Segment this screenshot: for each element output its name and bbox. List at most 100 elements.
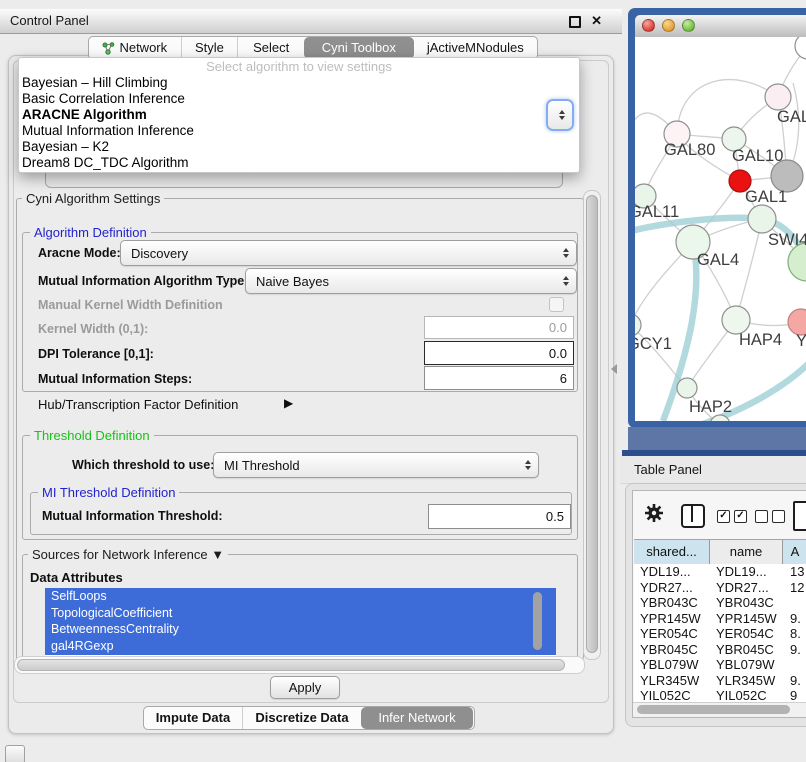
node-swi4[interactable] xyxy=(748,205,776,233)
unchecked-boxes-icon[interactable] xyxy=(755,510,785,523)
tab-select[interactable]: Select xyxy=(237,37,304,59)
collapsed-panel-button[interactable] xyxy=(5,745,25,762)
dpi-tolerance-value: 0.0 xyxy=(549,346,567,361)
tab-infer-network[interactable]: Infer Network xyxy=(361,707,473,729)
apply-button[interactable]: Apply xyxy=(270,676,340,699)
attribute-item-selected[interactable]: SelfLoops xyxy=(45,588,556,605)
attribute-item-selected[interactable]: TopologicalCoefficient xyxy=(45,605,556,622)
dropdown-item[interactable]: Bayesian – K2 xyxy=(19,139,579,155)
checked-boxes-icon[interactable]: ✓✓ xyxy=(717,510,747,523)
dropdown-item[interactable]: Bayesian – Hill Climbing xyxy=(19,75,579,91)
gear-icon[interactable] xyxy=(644,503,664,523)
table-row[interactable]: YBL079W YBL079W xyxy=(634,657,806,673)
table-horizontal-scrollbar[interactable] xyxy=(633,702,806,717)
algorithm-definition-title: Algorithm Definition xyxy=(30,226,151,240)
tab-style[interactable]: Style xyxy=(181,37,238,59)
which-threshold-label: Which threshold to use: xyxy=(72,458,214,472)
column-header-partial[interactable]: A xyxy=(783,540,806,564)
which-threshold-combo[interactable]: MI Threshold xyxy=(213,452,539,478)
mi-steps-value: 6 xyxy=(560,371,567,386)
float-window-icon[interactable] xyxy=(569,16,581,28)
split-columns-icon[interactable] xyxy=(681,504,705,528)
table-panel-title: Table Panel xyxy=(634,456,702,483)
table-row[interactable]: YDL19... YDL19... 13 xyxy=(634,564,806,580)
node-label-hap2: HAP2 xyxy=(689,398,732,416)
network-window-titlebar xyxy=(635,15,806,38)
table-row[interactable]: YER054C YER054C 8. xyxy=(634,626,806,642)
dropdown-item-selected[interactable]: ARACNE Algorithm xyxy=(19,107,579,123)
node-label-hap4: HAP4 xyxy=(739,331,782,349)
table-row[interactable]: YPR145W YPR145W 9. xyxy=(634,611,806,627)
settings-horizontal-scrollbar[interactable] xyxy=(14,656,585,674)
zoom-traffic-light-icon[interactable] xyxy=(682,19,695,32)
dpi-tolerance-field[interactable]: 0.0 xyxy=(424,341,574,365)
focused-combo-stepper[interactable] xyxy=(546,99,574,131)
table-row[interactable]: YDR27... YDR27... 12 xyxy=(634,580,806,596)
tab-infer-network-label: Infer Network xyxy=(378,707,455,729)
network-canvas[interactable]: GAL GAL80 GAL10 GAL1 GAL11 SWI4 GAL4 GCY… xyxy=(635,37,806,421)
aracne-mode-label: Aracne Mode: xyxy=(38,246,121,260)
attribute-item-selected[interactable]: gal4RGexp xyxy=(45,638,556,655)
tab-cyni-toolbox[interactable]: Cyni Toolbox xyxy=(304,37,414,59)
aracne-mode-combo[interactable]: Discovery xyxy=(120,240,577,266)
new-table-icon[interactable] xyxy=(793,501,806,531)
table-panel-titlebar: Table Panel xyxy=(620,456,806,484)
stepper-arrows-icon xyxy=(525,460,531,470)
table-toolbar: ✓✓ xyxy=(633,491,806,537)
tab-discretize-data[interactable]: Discretize Data xyxy=(242,707,361,729)
node-hap2[interactable] xyxy=(677,378,697,398)
dropdown-item[interactable]: Dream8 DC_TDC Algorithm xyxy=(19,155,579,171)
attribute-item-selected[interactable]: BetweennessCentrality xyxy=(45,621,556,638)
tab-network[interactable]: Network xyxy=(89,37,181,59)
stepper-arrows-icon xyxy=(559,110,565,120)
column-header-name[interactable]: name xyxy=(710,540,783,564)
close-traffic-light-icon[interactable] xyxy=(642,19,655,32)
minimize-traffic-light-icon[interactable] xyxy=(662,19,675,32)
dropdown-item[interactable]: Mutual Information Inference xyxy=(19,123,579,139)
dropdown-item[interactable]: Basic Correlation Inference xyxy=(19,91,579,107)
kernel-width-label: Kernel Width (0,1): xyxy=(38,322,148,336)
mi-threshold-label: Mutual Information Threshold: xyxy=(42,509,223,523)
settings-group-title: Cyni Algorithm Settings xyxy=(22,192,164,206)
sources-title-text: Sources for Network Inference xyxy=(32,547,208,562)
table-row[interactable]: YLR345W YLR345W 9. xyxy=(634,673,806,689)
mi-steps-label: Mutual Information Steps: xyxy=(38,372,192,386)
mi-steps-field[interactable]: 6 xyxy=(424,366,574,390)
kernel-width-field[interactable]: 0.0 xyxy=(424,316,574,339)
table-row[interactable]: YBR045C YBR045C 9. xyxy=(634,642,806,658)
settings-vertical-scrollbar[interactable] xyxy=(583,190,601,660)
attribute-list-scrollbar[interactable] xyxy=(533,592,542,650)
mi-type-combo[interactable]: Naive Bayes xyxy=(245,268,577,294)
node-partial-top[interactable] xyxy=(795,37,806,59)
table-scrollbar-thumb[interactable] xyxy=(637,705,790,714)
table-row[interactable]: YBR043C YBR043C xyxy=(634,595,806,611)
close-icon[interactable]: ✕ xyxy=(591,13,602,29)
data-attributes-list[interactable]: SelfLoops TopologicalCoefficient Between… xyxy=(45,588,556,656)
mi-threshold-field[interactable]: 0.5 xyxy=(428,504,571,529)
network-icon xyxy=(102,42,115,55)
collapse-down-icon[interactable]: ▼ xyxy=(211,547,224,562)
dropdown-prompt: Select algorithm to view settings xyxy=(19,58,579,75)
dpi-tolerance-label: DPI Tolerance [0,1]: xyxy=(38,347,154,361)
mi-threshold-group-title: MI Threshold Definition xyxy=(38,486,179,500)
screenshot-root: Control Panel ✕ Network Style Select Cyn… xyxy=(0,0,806,762)
node-gcy1[interactable] xyxy=(635,314,641,336)
node-gal-partial[interactable] xyxy=(765,84,791,110)
network-graph: GAL GAL80 GAL10 GAL1 GAL11 SWI4 GAL4 GCY… xyxy=(635,37,806,421)
data-attributes-label: Data Attributes xyxy=(30,570,123,585)
splitter-collapse-icon[interactable] xyxy=(611,364,617,374)
stepper-arrows-icon xyxy=(563,276,569,286)
control-panel-title: Control Panel xyxy=(10,9,89,32)
manual-kernel-checkbox[interactable] xyxy=(549,297,564,312)
expand-right-icon[interactable]: ▶ xyxy=(284,396,293,410)
mi-type-label: Mutual Information Algorithm Type: xyxy=(38,274,248,288)
column-header-shared[interactable]: shared... xyxy=(634,540,710,564)
stepper-arrows-icon xyxy=(563,248,569,258)
tab-style-label: Style xyxy=(195,37,224,59)
kernel-width-value: 0.0 xyxy=(549,320,567,335)
tab-impute-data[interactable]: Impute Data xyxy=(144,707,242,729)
tab-jactivemnodules[interactable]: jActiveMNodules xyxy=(414,37,537,59)
algorithm-dropdown-list: Select algorithm to view settings Bayesi… xyxy=(18,57,580,173)
hub-definition-label[interactable]: Hub/Transcription Factor Definition xyxy=(38,397,238,412)
node-hap4[interactable] xyxy=(722,306,750,334)
